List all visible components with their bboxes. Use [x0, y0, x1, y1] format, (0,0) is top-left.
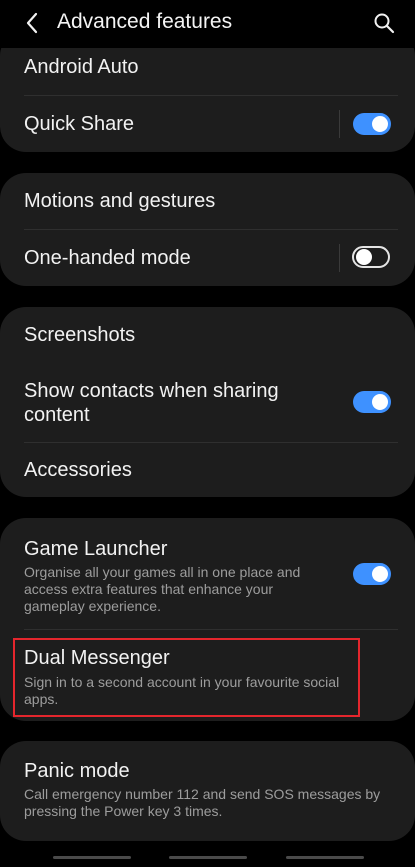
back-arrow-icon[interactable] [22, 11, 44, 35]
screenshots-label: Screenshots [24, 324, 136, 346]
one-handed-mode-row[interactable]: One-handed mode [0, 230, 415, 286]
settings-group-2: Motions and gestures One-handed mode [0, 173, 415, 286]
toggle-knob [372, 566, 388, 582]
nav-bar-back-handle[interactable] [286, 856, 364, 859]
panic-mode-description-line1: Call emergency number 112 and send SOS m… [24, 786, 381, 802]
page-title: Advanced features [57, 10, 233, 33]
motions-gestures-label: Motions and gestures [24, 190, 216, 212]
settings-group-1: Android Auto Quick Share [0, 30, 415, 152]
dual-messenger-highlight-box [13, 638, 360, 717]
motions-gestures-row[interactable]: Motions and gestures [0, 173, 415, 229]
separator [339, 110, 340, 138]
screenshots-row[interactable]: Screenshots [0, 307, 415, 363]
quick-share-row[interactable]: Quick Share [0, 96, 415, 152]
toggle-knob [372, 394, 388, 410]
separator [339, 244, 340, 272]
game-launcher-description-line1: Organise all your games all in one place… [24, 564, 301, 580]
one-handed-mode-label: One-handed mode [24, 247, 191, 269]
show-contacts-label-line1: Show contacts when sharing [24, 380, 279, 402]
quick-share-toggle[interactable] [353, 113, 391, 135]
game-launcher-description-line3: gameplay experience. [24, 598, 161, 614]
accessories-label: Accessories [24, 459, 132, 481]
quick-share-label: Quick Share [24, 113, 135, 135]
search-icon[interactable] [373, 12, 395, 34]
show-contacts-label-line2: content [24, 404, 90, 426]
nav-bar-home-handle[interactable] [169, 856, 247, 859]
show-contacts-toggle[interactable] [353, 391, 391, 413]
game-launcher-description-line2: access extra features that enhance your [24, 581, 274, 597]
panic-mode-row[interactable]: Panic mode Call emergency number 112 and… [0, 741, 415, 841]
settings-group-3: Screenshots Show contacts when sharing c… [0, 307, 415, 497]
game-launcher-label: Game Launcher [24, 538, 168, 560]
panic-mode-label: Panic mode [24, 760, 130, 782]
toggle-knob [372, 116, 388, 132]
game-launcher-toggle[interactable] [353, 563, 391, 585]
panic-mode-description-line2: pressing the Power key 3 times. [24, 803, 223, 819]
toggle-knob [356, 249, 372, 265]
game-launcher-row[interactable]: Game Launcher Organise all your games al… [0, 518, 415, 630]
one-handed-mode-toggle[interactable] [352, 246, 390, 268]
android-auto-label: Android Auto [24, 56, 139, 78]
settings-group-5: Panic mode Call emergency number 112 and… [0, 741, 415, 841]
nav-bar-recents-handle[interactable] [53, 856, 131, 859]
accessories-row[interactable]: Accessories [0, 443, 415, 497]
show-contacts-row[interactable]: Show contacts when sharing content [0, 363, 415, 442]
top-app-bar: Advanced features [0, 0, 415, 48]
